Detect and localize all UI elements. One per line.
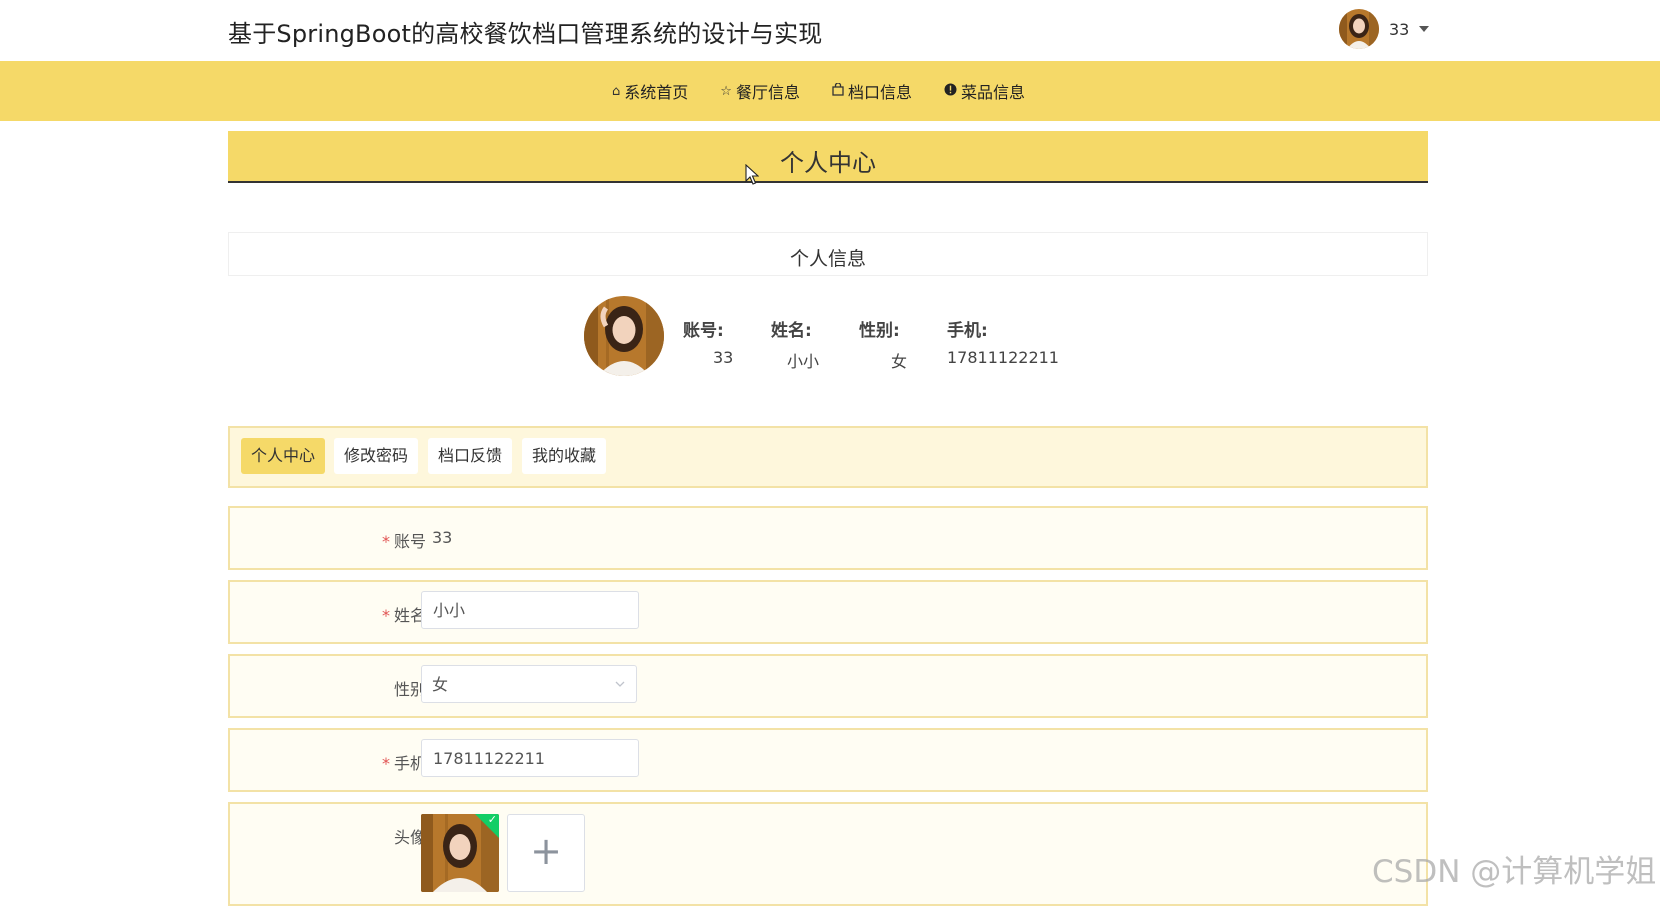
upload-add-button[interactable]: + [507,814,585,892]
account-field-value: 33 [432,528,453,547]
chevron-down-icon [615,681,625,687]
main-nav: ⌂ 系统首页 ☆ 餐厅信息 档口信息 菜品信息 [0,61,1660,121]
watermark: CSDN @计算机学姐 [1372,854,1657,890]
name-input[interactable]: 小小 [421,591,639,629]
nav-item-home[interactable]: ⌂ 系统首页 [612,79,688,103]
nav-item-label: 菜品信息 [960,83,1025,102]
required-mark: * [381,754,390,773]
required-mark: * [381,606,390,625]
account-field-label: * 账号 [381,532,426,551]
personal-info-header: 个人信息 [228,232,1428,276]
nav-item-stall[interactable]: 档口信息 [832,79,912,103]
profile-avatar [584,296,664,376]
account-value: 33 [713,348,734,367]
top-bar: 基于SpringBoot的高校餐饮档口管理系统的设计与实现 33 [0,0,1660,60]
tab-my-favorites[interactable]: 我的收藏 [522,438,607,474]
nav-item-restaurant[interactable]: ☆ 餐厅信息 [720,79,800,103]
chevron-down-icon[interactable] [1419,26,1430,32]
phone-value: 17811122211 [947,348,1059,367]
nav-item-label: 档口信息 [847,83,912,102]
home-icon: ⌂ [612,83,621,99]
gender-label: 性别: [859,321,900,341]
form-row-avatar: 头像 ✓ + [228,802,1428,906]
tab-stall-feedback[interactable]: 档口反馈 [428,438,513,474]
user-name[interactable]: 33 [1389,20,1409,39]
gender-select[interactable]: 女 [421,665,637,703]
profile-tabs: 个人中心 修改密码 档口反馈 我的收藏 [228,426,1428,488]
bag-icon [832,81,844,100]
page-title-bar: 个人中心 [228,131,1428,183]
user-menu[interactable]: 33 [1339,8,1430,50]
name-value: 小小 [787,352,820,371]
check-icon: ✓ [487,814,497,826]
user-avatar[interactable] [1339,9,1379,49]
phone-field-label: * 手机 [381,754,426,773]
mouse-cursor-icon [745,164,759,185]
nav-item-label: 餐厅信息 [735,83,800,102]
gender-selected-value: 女 [432,675,449,694]
phone-label: 手机: [947,321,988,341]
form-row-name: * 姓名 小小 [228,580,1428,644]
site-title: 基于SpringBoot的高校餐饮档口管理系统的设计与实现 [228,20,823,48]
gender-value: 女 [891,352,908,371]
phone-input[interactable]: 17811122211 [421,739,639,777]
account-label: 账号: [683,321,724,341]
form-row-phone: * 手机 17811122211 [228,728,1428,792]
tab-change-password[interactable]: 修改密码 [334,438,419,474]
nav-item-dishes[interactable]: 菜品信息 [944,79,1025,103]
page-title: 个人中心 [780,149,876,177]
form-row-gender: 性别 女 [228,654,1428,718]
star-icon: ☆ [720,83,732,99]
personal-info-title: 个人信息 [789,248,866,270]
required-mark: * [381,532,390,551]
form-row-account: * 账号 33 [228,506,1428,570]
info-icon [944,83,957,100]
uploaded-avatar-thumbnail[interactable]: ✓ [421,814,499,892]
nav-item-label: 系统首页 [624,83,689,102]
tab-personal-center[interactable]: 个人中心 [241,438,326,474]
name-field-label: * 姓名 [381,606,426,625]
name-label: 姓名: [771,321,812,341]
